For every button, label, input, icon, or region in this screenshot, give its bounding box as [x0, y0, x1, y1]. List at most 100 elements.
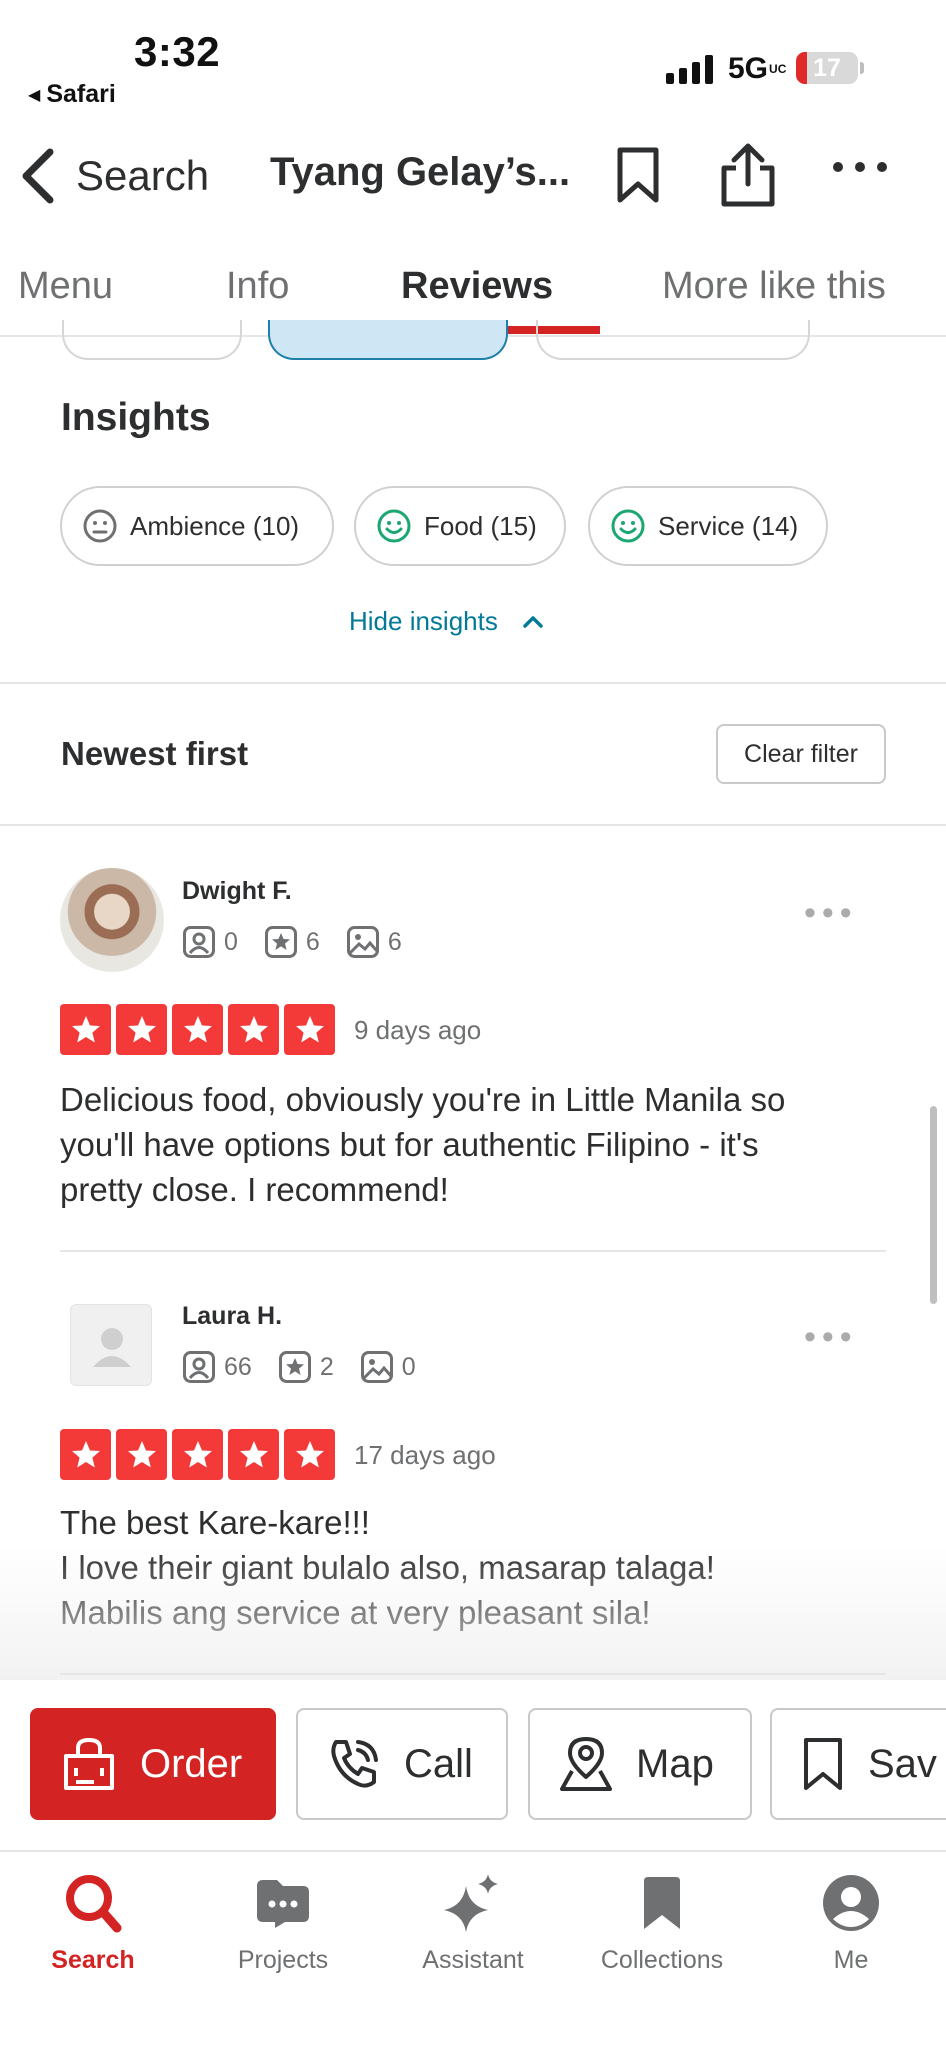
- call-button[interactable]: Call: [296, 1708, 508, 1820]
- back-to-app[interactable]: ◀ Safari: [28, 80, 116, 109]
- default-avatar-icon: [93, 1328, 131, 1367]
- profile-icon: [823, 1875, 879, 1931]
- reviewer-stats: 0 6 6: [182, 925, 402, 959]
- share-icon: [721, 143, 775, 207]
- filter-pill-partial-selected[interactable]: [268, 320, 508, 360]
- back-button[interactable]: Search: [18, 148, 209, 204]
- review-date: 17 days ago: [354, 1440, 496, 1470]
- photo-count: 0: [401, 1352, 416, 1381]
- clear-filter-button[interactable]: Clear filter: [716, 724, 886, 784]
- star-rating: [60, 1004, 335, 1055]
- more-icon: [833, 162, 887, 172]
- insight-pill-label: Food (15): [424, 510, 537, 541]
- sparkle-icon: [444, 1874, 498, 1932]
- more-options-button[interactable]: [832, 160, 888, 179]
- sort-label[interactable]: Newest first: [61, 735, 248, 773]
- tabbar-assistant[interactable]: Assistant: [378, 1868, 568, 1975]
- bookmark-icon: [617, 147, 659, 203]
- friends-count: 66: [224, 1352, 252, 1381]
- battery-tip: [860, 62, 864, 74]
- share-button[interactable]: [718, 142, 778, 213]
- order-button[interactable]: Order: [30, 1708, 276, 1820]
- star-icon: [228, 1004, 279, 1055]
- star-icon: [116, 1429, 167, 1480]
- back-app-label: Safari: [46, 80, 116, 108]
- chevron-up-icon: [523, 615, 543, 628]
- page-title: Tyang Gelay’s...: [270, 150, 571, 194]
- phone-icon: [331, 1740, 378, 1788]
- section-divider: [0, 682, 946, 684]
- tabbar-collections[interactable]: Collections: [567, 1868, 757, 1975]
- bookmark-icon: [804, 1738, 842, 1790]
- review-text: Delicious food, obviously you're in Litt…: [60, 1081, 786, 1208]
- save-button[interactable]: Sav: [770, 1708, 946, 1820]
- map-label: Map: [636, 1741, 714, 1786]
- filter-pill-partial[interactable]: [536, 320, 810, 360]
- tab-info[interactable]: Info: [226, 265, 289, 308]
- insight-pill-ambience[interactable]: Ambience (10): [60, 486, 334, 566]
- review-date: 9 days ago: [354, 1015, 482, 1045]
- review-more-icon[interactable]: •••: [804, 894, 858, 933]
- insight-pill-food[interactable]: Food (15): [354, 486, 566, 566]
- tab-menu[interactable]: Menu: [18, 265, 113, 308]
- back-triangle-icon: ◀: [28, 86, 41, 104]
- review-count: 2: [319, 1352, 334, 1381]
- network-indicator: 5G UC: [728, 52, 787, 86]
- tabbar-me[interactable]: Me: [756, 1868, 946, 1975]
- tab-reviews[interactable]: Reviews: [401, 265, 553, 308]
- tabbar-search[interactable]: Search: [0, 1868, 188, 1975]
- network-type: 5G: [728, 52, 769, 85]
- action-bar: Order Call Map Sav: [0, 1680, 946, 1852]
- insight-pill-label: Ambience (10): [130, 510, 300, 541]
- map-button[interactable]: Map: [528, 1708, 752, 1820]
- chevron-left-icon: [22, 148, 54, 204]
- bookmark-button[interactable]: [614, 146, 662, 209]
- review-divider: [60, 1250, 886, 1252]
- bottom-tab-bar: Search Projects Assistant Collections Me: [0, 1852, 946, 2048]
- tabbar-projects[interactable]: Projects: [188, 1868, 378, 1975]
- reviewer-stats: 66 2 0: [182, 1350, 416, 1384]
- section-divider: [0, 824, 946, 826]
- review-divider: [60, 1673, 886, 1675]
- hide-insights-label: Hide insights: [349, 606, 498, 636]
- star-icon: [116, 1004, 167, 1055]
- reviewer-name[interactable]: Dwight F.: [182, 877, 292, 906]
- friends-icon: [183, 1351, 215, 1383]
- filter-pill-partial[interactable]: [62, 320, 242, 360]
- star-icon: [60, 1004, 111, 1055]
- insight-pill-service[interactable]: Service (14): [588, 486, 828, 566]
- tabbar-label: Me: [833, 1946, 869, 1974]
- star-icon: [228, 1429, 279, 1480]
- scrollbar[interactable]: [930, 1106, 937, 1304]
- photo-count-icon: [360, 1351, 393, 1383]
- save-label: Sav: [868, 1741, 937, 1786]
- star-icon: [172, 1429, 223, 1480]
- neutral-face-icon: [83, 509, 117, 543]
- tab-more-like-this[interactable]: More like this: [662, 265, 886, 308]
- network-badge: UC: [769, 62, 787, 76]
- smiley-face-icon: [377, 509, 411, 543]
- tabbar-label: Search: [51, 1946, 135, 1974]
- photo-count-icon: [346, 926, 379, 958]
- search-icon: [66, 1875, 122, 1933]
- smiley-face-icon: [611, 509, 645, 543]
- star-icon: [172, 1004, 223, 1055]
- call-label: Call: [404, 1741, 473, 1786]
- reviewer-avatar[interactable]: [60, 868, 164, 972]
- battery-level: 17: [813, 53, 841, 82]
- review-count-icon: [278, 1351, 311, 1383]
- map-pin-icon: [560, 1737, 612, 1791]
- tabbar-label: Assistant: [422, 1946, 524, 1974]
- review-more-icon[interactable]: •••: [804, 1318, 858, 1357]
- hide-insights-toggle[interactable]: Hide insights: [349, 606, 544, 637]
- shopping-bag-icon: [64, 1737, 114, 1790]
- star-rating: [60, 1429, 335, 1480]
- tabbar-label: Collections: [600, 1946, 724, 1974]
- star-icon: [284, 1429, 335, 1480]
- order-label: Order: [140, 1741, 243, 1786]
- collections-icon: [644, 1877, 680, 1929]
- reviewer-name[interactable]: Laura H.: [182, 1302, 282, 1331]
- reviewer-avatar[interactable]: [70, 1304, 152, 1386]
- cellular-signal-icon: [666, 54, 713, 84]
- friends-count: 0: [224, 927, 238, 956]
